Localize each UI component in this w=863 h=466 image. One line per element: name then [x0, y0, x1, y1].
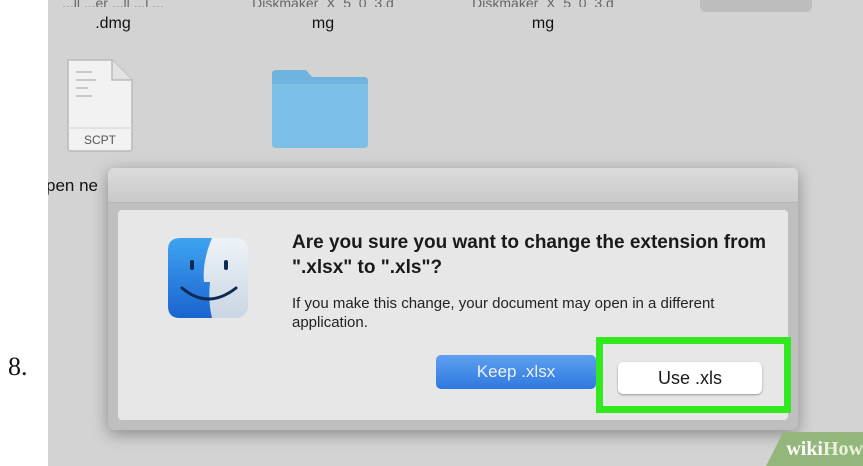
toolbar-button-edge: [700, 0, 812, 12]
file-label-dmg-1[interactable]: ...ll ...er ...ll ...l ... .dmg: [58, 0, 168, 33]
finder-window: ...ll ...er ...ll ...l ... .dmg Diskmake…: [48, 0, 863, 466]
dialog-title: Are you sure you want to change the exte…: [292, 232, 767, 278]
watermark-how: How: [823, 438, 863, 460]
script-icon-label: SCPT: [84, 133, 117, 147]
keep-xlsx-button[interactable]: Keep .xlsx: [436, 355, 596, 389]
dialog-message: If you make this change, your document m…: [292, 295, 715, 331]
folder-icon[interactable]: [270, 68, 370, 150]
wikihow-watermark: wikiHow: [766, 432, 863, 466]
file-label-dmg-3[interactable]: Diskmaker_X_5_0_3.d mg: [468, 0, 618, 33]
step-number: 8.: [8, 352, 28, 381]
file-label-dmg-2[interactable]: Diskmaker_X_5_0_3.d mg: [248, 0, 398, 33]
script-file-icon[interactable]: SCPT: [62, 58, 136, 153]
truncated-file-label: pen ne: [48, 176, 98, 195]
watermark-wiki: wiki: [786, 438, 823, 460]
use-xls-button[interactable]: Use .xls: [618, 362, 762, 394]
finder-icon: [168, 238, 248, 318]
dialog-titlebar: [108, 168, 798, 203]
